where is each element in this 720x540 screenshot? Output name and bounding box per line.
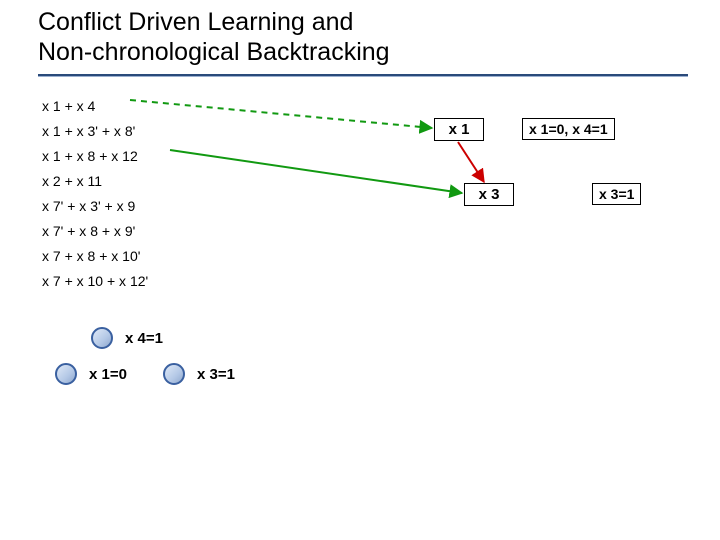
legend-label-x1: x 1=0	[89, 366, 127, 383]
node-x3: x 3	[464, 183, 514, 206]
clause-item: x 7 + x 10 + x 12'	[42, 269, 148, 294]
title-line-1: Conflict Driven Learning and	[38, 8, 353, 36]
clause-item: x 1 + x 8 + x 12	[42, 144, 148, 169]
clause-item: x 7 + x 8 + x 10'	[42, 244, 148, 269]
clause-item: x 2 + x 11	[42, 169, 148, 194]
legend-label-x4: x 4=1	[125, 330, 163, 347]
title-line-2: Non-chronological Backtracking	[38, 38, 390, 66]
legend: x 4=1 x 1=0 x 3=1	[55, 320, 235, 392]
clause-item: x 7' + x 8 + x 9'	[42, 219, 148, 244]
assignment-x1-text: x 1=0, x 4=1	[529, 121, 608, 137]
legend-dot-icon	[163, 363, 185, 385]
assignment-x3-text: x 3=1	[599, 186, 634, 202]
clause-item: x 7' + x 3' + x 9	[42, 194, 148, 219]
assignment-x1: x 1=0, x 4=1	[522, 118, 615, 140]
legend-dot-icon	[91, 327, 113, 349]
node-x1: x 1	[434, 118, 484, 141]
clause-item: x 1 + x 3' + x 8'	[42, 119, 148, 144]
assignment-x3: x 3=1	[592, 183, 641, 205]
clause-item: x 1 + x 4	[42, 94, 148, 119]
legend-dot-icon	[55, 363, 77, 385]
node-x1-label: x 1	[449, 121, 470, 138]
title-underline	[38, 74, 688, 77]
node-x3-label: x 3	[479, 186, 500, 203]
clause-list: x 1 + x 4 x 1 + x 3' + x 8' x 1 + x 8 + …	[42, 94, 148, 294]
legend-label-x3: x 3=1	[197, 366, 235, 383]
slide-title: Conflict Driven Learning and Non-chronol…	[38, 8, 390, 67]
